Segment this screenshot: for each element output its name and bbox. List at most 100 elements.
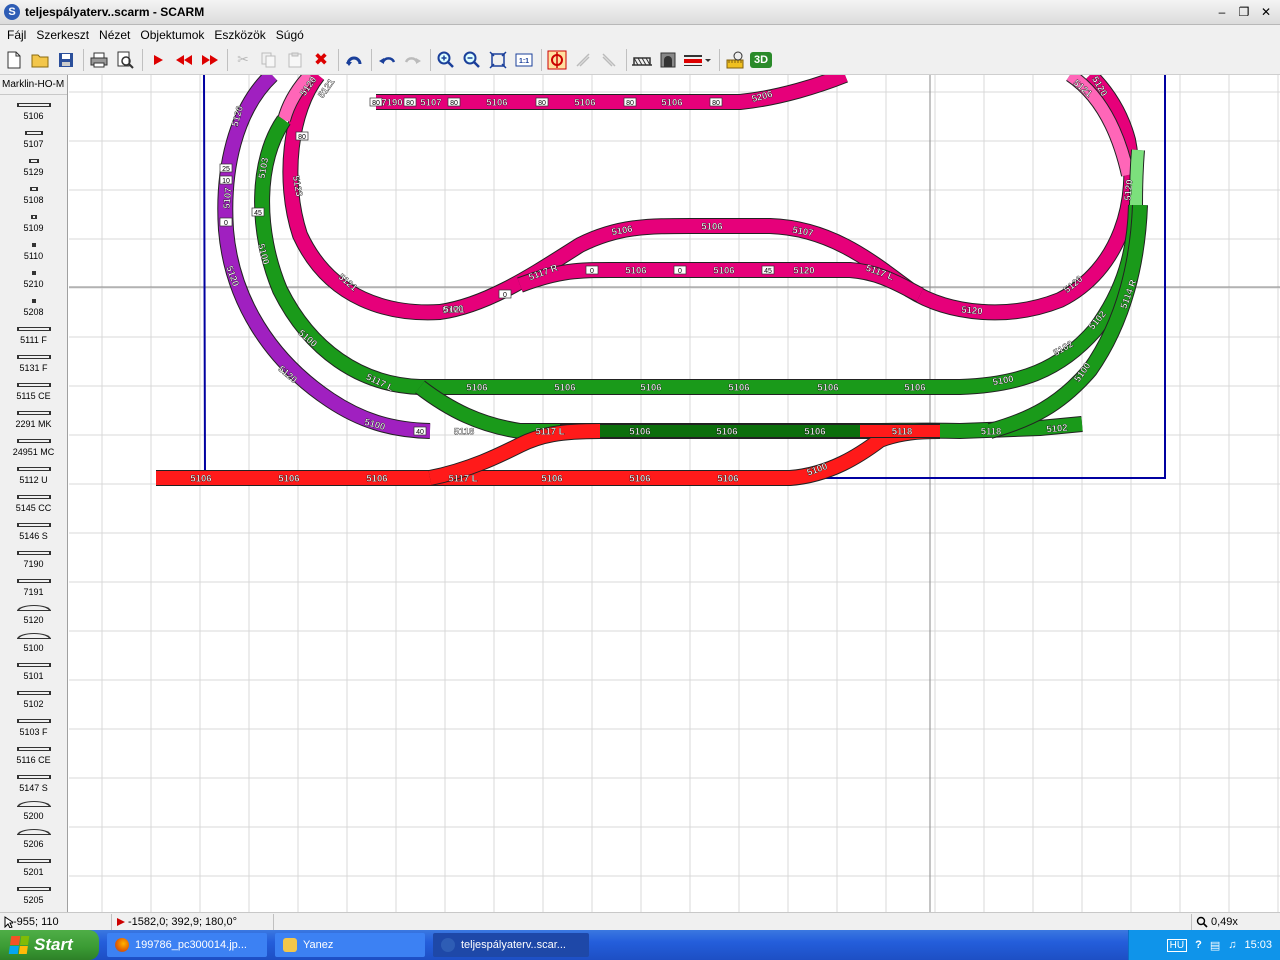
- track-label[interactable]: 5106: [701, 221, 722, 233]
- task-firefox[interactable]: 199786_pc300014.jp...: [107, 933, 267, 957]
- track-label[interactable]: 5107: [791, 225, 814, 240]
- menu-edit[interactable]: Szerkeszt: [31, 28, 94, 42]
- delete-icon[interactable]: ✖: [309, 48, 333, 72]
- zoom-1-1-icon[interactable]: 1:1: [512, 48, 536, 72]
- library-part-5205[interactable]: 5205: [0, 879, 67, 907]
- track-label[interactable]: 5106: [817, 382, 838, 394]
- fast-forward-icon[interactable]: [198, 48, 222, 72]
- track-label[interactable]: 5118: [454, 426, 475, 438]
- library-part-5115-ce[interactable]: 5115 CE: [0, 375, 67, 403]
- track-label[interactable]: 5102: [1046, 422, 1068, 436]
- track-label[interactable]: 5106: [278, 473, 299, 485]
- elevation-mark[interactable]: 0: [673, 265, 687, 275]
- track-label[interactable]: 5106: [716, 426, 737, 438]
- save-icon[interactable]: [54, 48, 78, 72]
- menu-help[interactable]: Súgó: [271, 28, 309, 42]
- minimize-button[interactable]: –: [1212, 3, 1232, 21]
- new-file-icon[interactable]: [2, 48, 26, 72]
- track-label[interactable]: 5117 L: [535, 426, 565, 438]
- elevation-mark-text[interactable]: 80: [372, 100, 380, 107]
- elevation-mark-text[interactable]: 80: [450, 100, 458, 107]
- open-folder-icon[interactable]: [28, 48, 52, 72]
- track-label[interactable]: 5106: [717, 473, 738, 485]
- track-label[interactable]: 5106: [661, 97, 682, 109]
- play-icon[interactable]: [146, 48, 170, 72]
- elevation-mark[interactable]: 80: [447, 97, 461, 107]
- track-label[interactable]: 5106: [804, 426, 825, 438]
- menu-objects[interactable]: Objektumok: [135, 28, 209, 42]
- track-green-light[interactable]: [1130, 149, 1144, 206]
- track-label[interactable]: 5118: [892, 426, 913, 438]
- elevation-mark[interactable]: 80: [709, 97, 723, 107]
- track-label[interactable]: 5106: [190, 473, 211, 485]
- library-part-5200[interactable]: 5200: [0, 795, 67, 823]
- library-part-5110[interactable]: 5110: [0, 235, 67, 263]
- cut-icon[interactable]: ✂: [231, 48, 255, 72]
- library-part-5206[interactable]: 5206: [0, 823, 67, 851]
- view-3d-icon[interactable]: 3D: [749, 48, 773, 72]
- library-part-5146-s[interactable]: 5146 S: [0, 515, 67, 543]
- elevation-mark-text[interactable]: 0: [590, 268, 594, 275]
- library-part-5100[interactable]: 5100: [0, 627, 67, 655]
- track-label[interactable]: 5106: [629, 473, 650, 485]
- help-icon[interactable]: ?: [1195, 939, 1202, 951]
- library-part-5112-u[interactable]: 5112 U: [0, 459, 67, 487]
- network-icon[interactable]: ▤: [1210, 939, 1220, 952]
- track-green-mid[interactable]: [255, 115, 1143, 394]
- library-part-5116-ce[interactable]: 5116 CE: [0, 739, 67, 767]
- close-button[interactable]: ✕: [1256, 3, 1276, 21]
- elevation-mark[interactable]: 0: [585, 265, 599, 275]
- library-part-5210[interactable]: 5210: [0, 263, 67, 291]
- library-select[interactable]: Marklin-HO-M ▼: [0, 75, 67, 95]
- elevation-mark[interactable]: 25: [219, 163, 233, 173]
- elevation-mark-text[interactable]: 0: [224, 220, 228, 227]
- menu-tools[interactable]: Eszközök: [209, 28, 270, 42]
- track-label[interactable]: 5120: [1122, 179, 1136, 201]
- elevation-mark-text[interactable]: 0: [678, 268, 682, 275]
- menu-view[interactable]: Nézet: [94, 28, 135, 42]
- track-label[interactable]: 5106: [366, 473, 387, 485]
- track-label[interactable]: 5106: [728, 382, 749, 394]
- elevation-mark[interactable]: 45: [251, 207, 265, 217]
- elevation-mark-text[interactable]: 80: [712, 100, 720, 107]
- track-label[interactable]: 5106: [466, 382, 487, 394]
- task-folder[interactable]: Yanez: [275, 933, 425, 957]
- library-part-7190[interactable]: 7190: [0, 543, 67, 571]
- track-label[interactable]: 5106: [554, 382, 575, 394]
- elevation-mark[interactable]: 10: [219, 175, 233, 185]
- library-part-5129[interactable]: 5129: [0, 151, 67, 179]
- copy-icon[interactable]: [257, 48, 281, 72]
- layer-color-icon[interactable]: [682, 48, 714, 72]
- library-part-5111-f[interactable]: 5111 F: [0, 319, 67, 347]
- volume-icon[interactable]: ♫: [1228, 939, 1236, 951]
- elevation-mark-text[interactable]: 80: [626, 100, 634, 107]
- track-label[interactable]: 5106: [629, 426, 650, 438]
- maximize-button[interactable]: ❐: [1234, 3, 1254, 21]
- elevation-mark[interactable]: 45: [761, 265, 775, 275]
- library-part-5120[interactable]: 5120: [0, 599, 67, 627]
- redo-icon[interactable]: [401, 48, 425, 72]
- track-label[interactable]: 5106: [486, 97, 507, 109]
- flex-track-icon[interactable]: [571, 48, 595, 72]
- rewind-icon[interactable]: [172, 48, 196, 72]
- zoom-in-icon[interactable]: [434, 48, 458, 72]
- track-label[interactable]: 5106: [574, 97, 595, 109]
- track-label[interactable]: 5106: [541, 473, 562, 485]
- track-label[interactable]: 5106: [625, 265, 646, 277]
- library-part-7191[interactable]: 7191: [0, 571, 67, 599]
- library-part-5102[interactable]: 5102: [0, 683, 67, 711]
- elevation-mark[interactable]: 0: [219, 217, 233, 227]
- elevation-mark[interactable]: 40: [413, 426, 427, 436]
- track-label[interactable]: 5120: [793, 265, 814, 277]
- elevation-mark[interactable]: 80: [623, 97, 637, 107]
- zoom-fit-icon[interactable]: [486, 48, 510, 72]
- task-scarm[interactable]: teljespályaterv..scar...: [433, 933, 589, 957]
- flex-track2-icon[interactable]: [597, 48, 621, 72]
- track-label[interactable]: 5120: [961, 304, 983, 318]
- track-label[interactable]: 5118: [981, 426, 1002, 438]
- elevation-mark[interactable]: 0: [498, 289, 512, 299]
- library-part-5109[interactable]: 5109: [0, 207, 67, 235]
- elevation-mark-text[interactable]: 80: [538, 100, 546, 107]
- elevation-mark-text[interactable]: 40: [416, 429, 424, 436]
- track-label[interactable]: 7190: [381, 97, 402, 109]
